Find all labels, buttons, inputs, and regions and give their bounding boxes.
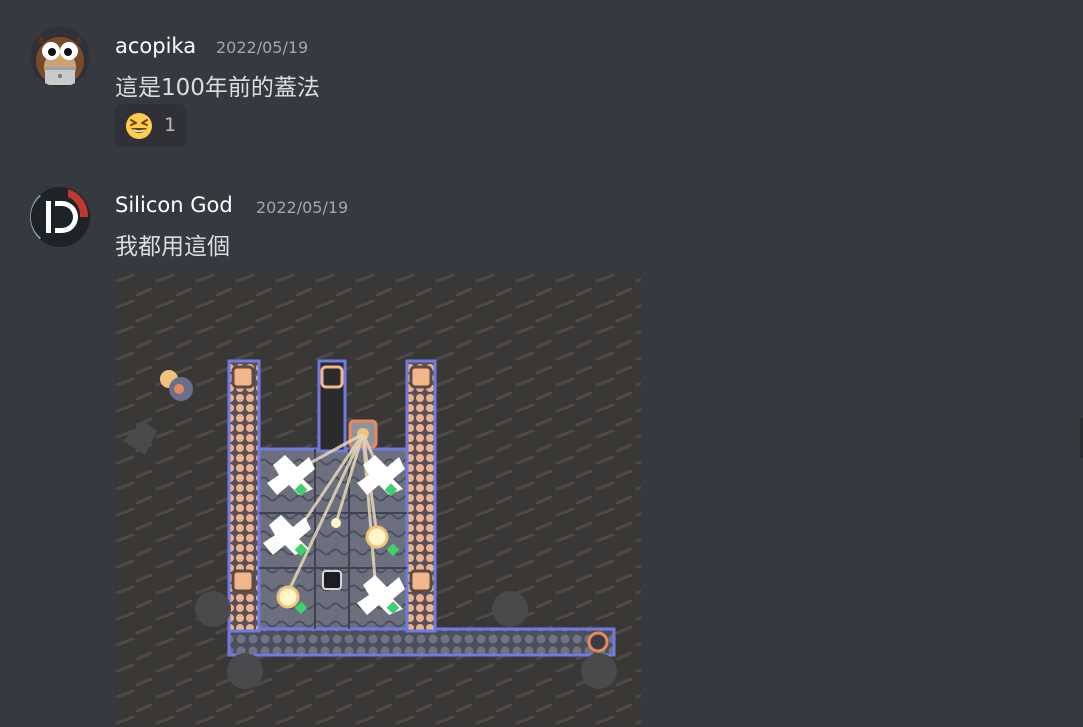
message-timestamp: 2022/05/19 [256,198,349,217]
message-author[interactable]: Silicon God [115,193,233,217]
message-silicon-god: Silicon God 2022/05/19 我都用這個 [0,0,1083,727]
chat-messages: acopika 2022/05/19 這是100年前的蓋法 1 Silicon … [0,0,1083,727]
message-text: 我都用這個 [115,234,230,260]
attachment-image[interactable] [115,273,641,727]
factory-layout-screenshot [115,273,641,727]
d-logo-avatar-icon[interactable] [30,187,90,247]
